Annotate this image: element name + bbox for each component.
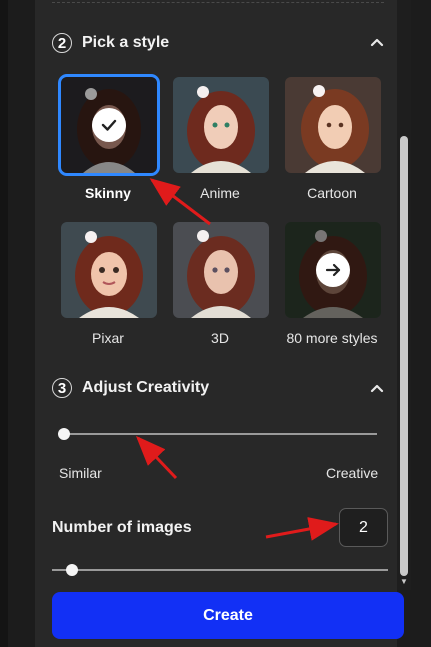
images-slider[interactable] <box>52 569 388 571</box>
step-number-badge: 3 <box>52 378 72 398</box>
style-tile-cartoon[interactable] <box>285 77 381 173</box>
style-label-more: 80 more styles <box>286 330 378 346</box>
chevron-up-icon[interactable] <box>369 34 385 50</box>
scroll-down-icon[interactable]: ▼ <box>398 577 410 587</box>
style-tile-anime[interactable] <box>173 77 269 173</box>
checkmark-icon <box>92 108 126 142</box>
number-of-images-input[interactable]: 2 <box>339 508 388 547</box>
section-divider <box>52 2 384 3</box>
chevron-up-icon[interactable] <box>369 380 385 396</box>
create-button[interactable]: Create <box>52 592 404 639</box>
scrollbar-thumb[interactable] <box>400 136 408 576</box>
style-tile-3d[interactable] <box>173 222 269 318</box>
creativity-slider-handle[interactable] <box>58 428 70 440</box>
section-title: Pick a style <box>82 34 170 51</box>
style-tile-skinny[interactable] <box>58 74 160 176</box>
style-label-anime: Anime <box>200 185 240 201</box>
section-title: Adjust Creativity <box>82 379 210 396</box>
style-label-cartoon: Cartoon <box>307 185 357 201</box>
style-section-header[interactable]: 2 Pick a style <box>52 30 169 56</box>
style-label-3d: 3D <box>211 330 229 346</box>
step-number-badge: 2 <box>52 33 72 53</box>
creativity-min-label: Similar <box>59 465 102 481</box>
style-label-pixar: Pixar <box>92 330 124 346</box>
style-tile-more[interactable] <box>285 222 381 318</box>
style-label-skinny: Skinny <box>85 185 131 201</box>
arrow-right-icon <box>316 253 350 287</box>
style-tile-pixar[interactable] <box>61 222 157 318</box>
creativity-section-header[interactable]: 3 Adjust Creativity <box>52 375 209 401</box>
creativity-max-label: Creative <box>326 465 379 481</box>
left-edge <box>0 0 8 647</box>
number-of-images-label: Number of images <box>52 519 192 536</box>
creativity-slider[interactable] <box>60 433 377 435</box>
